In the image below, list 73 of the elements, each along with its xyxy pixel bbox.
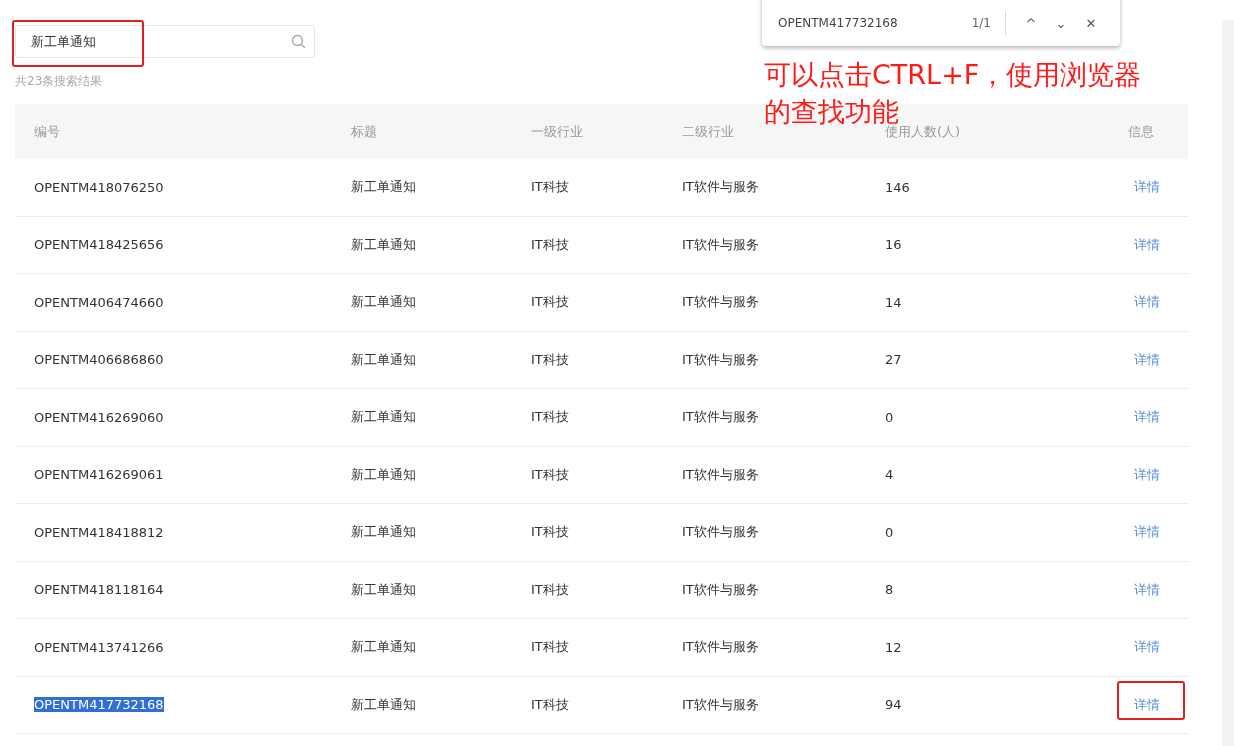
table-cell: IT软件与服务	[682, 523, 759, 542]
table-cell: IT科技	[531, 638, 569, 657]
table-cell: IT软件与服务	[682, 350, 759, 369]
details-link[interactable]: 详情	[1134, 408, 1160, 427]
table-cell: 新工单通知	[351, 408, 416, 427]
details-link[interactable]: 详情	[1134, 235, 1160, 254]
details-link[interactable]: 详情	[1134, 580, 1160, 599]
search-field[interactable]: 新工单通知	[15, 25, 315, 58]
table-cell: OPENTM417732168	[34, 697, 164, 713]
table-cell: IT软件与服务	[682, 695, 759, 714]
table-cell: 新工单通知	[351, 178, 416, 197]
table-cell: 14	[885, 294, 902, 310]
column-header: 编号	[34, 122, 60, 141]
details-link[interactable]: 详情	[1134, 293, 1160, 312]
table-cell: IT软件与服务	[682, 580, 759, 599]
table-cell: IT软件与服务	[682, 408, 759, 427]
details-link[interactable]: 详情	[1134, 465, 1160, 484]
search-input[interactable]: 新工单通知	[31, 34, 291, 49]
table-cell: 新工单通知	[351, 695, 416, 714]
table-cell: 8	[885, 582, 894, 598]
table-cell: 16	[885, 237, 902, 253]
table-cell: 新工单通知	[351, 235, 416, 254]
close-button[interactable]: ✕	[1076, 15, 1106, 31]
details-link[interactable]: 详情	[1134, 523, 1160, 542]
table-cell: 146	[885, 179, 910, 195]
table-cell: OPENTM418118164	[34, 582, 164, 598]
table-cell: OPENTM418076250	[34, 179, 164, 195]
table-cell: OPENTM418418812	[34, 524, 164, 540]
table-cell: OPENTM416269061	[34, 467, 164, 483]
table-cell: 新工单通知	[351, 638, 416, 657]
table-cell: IT软件与服务	[682, 293, 759, 312]
details-link[interactable]: 详情	[1134, 638, 1160, 657]
details-link[interactable]: 详情	[1134, 695, 1160, 714]
next-button[interactable]: ⌄	[1046, 15, 1076, 31]
column-header: 标题	[351, 122, 377, 141]
details-link[interactable]: 详情	[1134, 178, 1160, 197]
table-cell: IT科技	[531, 695, 569, 714]
table-cell: IT科技	[531, 580, 569, 599]
table-cell: OPENTM413741266	[34, 639, 164, 655]
result-count: 共23条搜索结果	[15, 73, 103, 89]
table-cell: OPENTM406474660	[34, 294, 164, 310]
table-cell: 94	[885, 697, 902, 713]
table-cell: 新工单通知	[351, 465, 416, 484]
table-cell: IT科技	[531, 235, 569, 254]
table-cell: 4	[885, 467, 894, 483]
table-cell: IT软件与服务	[682, 235, 759, 254]
table-cell: IT科技	[531, 178, 569, 197]
table-cell: 新工单通知	[351, 293, 416, 312]
table-cell: IT科技	[531, 293, 569, 312]
table-cell: 12	[885, 639, 902, 655]
table-cell: IT科技	[531, 523, 569, 542]
column-header: 一级行业	[531, 122, 583, 141]
table-cell: 新工单通知	[351, 350, 416, 369]
table-cell: IT科技	[531, 408, 569, 427]
table-cell: IT软件与服务	[682, 178, 759, 197]
table-cell: 0	[885, 409, 894, 425]
table-cell: IT软件与服务	[682, 465, 759, 484]
previous-button[interactable]: ^	[1016, 15, 1046, 31]
table-cell: OPENTM418425656	[34, 237, 164, 253]
search-icon[interactable]	[291, 34, 306, 49]
table-cell: 0	[885, 524, 894, 540]
column-header: 二级行业	[682, 122, 734, 141]
match-count: 1/1	[971, 16, 991, 30]
table-cell: IT科技	[531, 465, 569, 484]
details-link[interactable]: 详情	[1134, 350, 1160, 369]
table-cell: 新工单通知	[351, 580, 416, 599]
find-query[interactable]: OPENTM417732168	[778, 16, 972, 30]
table-cell: IT软件与服务	[682, 638, 759, 657]
table-cell: OPENTM416269060	[34, 409, 164, 425]
table-cell: 新工单通知	[351, 523, 416, 542]
table-cell: IT科技	[531, 350, 569, 369]
table-cell: OPENTM406686860	[34, 352, 164, 368]
table-cell: 27	[885, 352, 902, 368]
